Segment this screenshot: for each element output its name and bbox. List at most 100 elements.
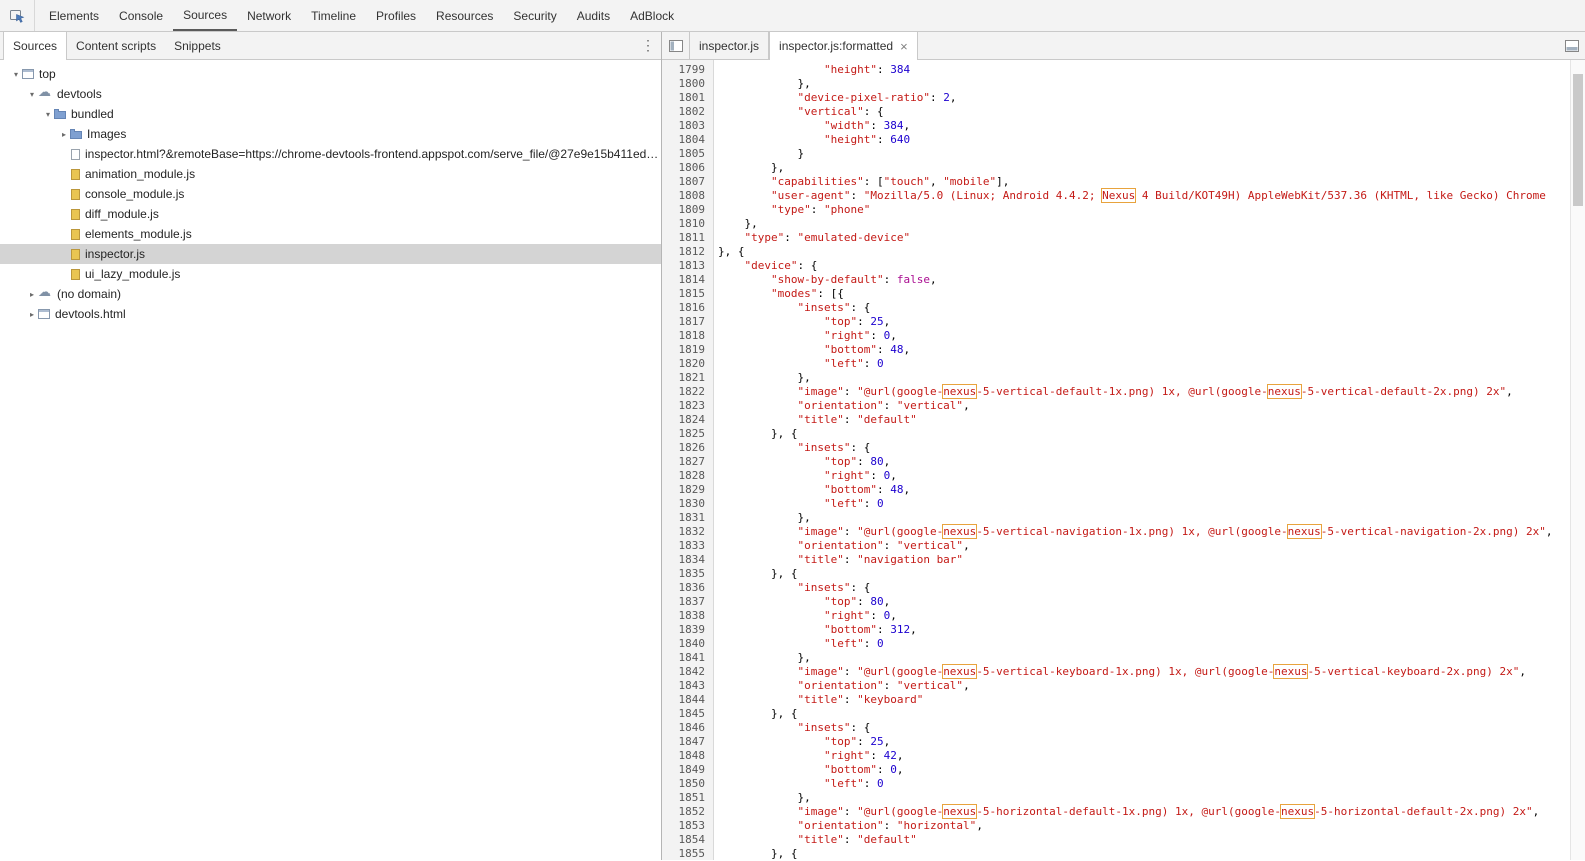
line-number[interactable]: 1811 xyxy=(662,231,713,245)
line-number[interactable]: 1851 xyxy=(662,791,713,805)
tab-console[interactable]: Console xyxy=(109,0,173,31)
line-number[interactable]: 1821 xyxy=(662,371,713,385)
sidebar-tab-sources[interactable]: Sources xyxy=(3,32,68,60)
tree-item-elements-module-js[interactable]: elements_module.js xyxy=(0,224,661,244)
tree-collapsed-arrow-icon[interactable]: ▸ xyxy=(58,130,70,139)
line-number[interactable]: 1836 xyxy=(662,581,713,595)
line-number[interactable]: 1850 xyxy=(662,777,713,791)
line-number[interactable]: 1829 xyxy=(662,483,713,497)
line-number[interactable]: 1805 xyxy=(662,147,713,161)
tab-resources[interactable]: Resources xyxy=(426,0,503,31)
line-number[interactable]: 1816 xyxy=(662,301,713,315)
line-number[interactable]: 1846 xyxy=(662,721,713,735)
tab-timeline[interactable]: Timeline xyxy=(301,0,366,31)
tree-item-ui-lazy-module-js[interactable]: ui_lazy_module.js xyxy=(0,264,661,284)
line-number[interactable]: 1832 xyxy=(662,525,713,539)
tree-collapsed-arrow-icon[interactable]: ▸ xyxy=(26,290,38,299)
line-number[interactable]: 1853 xyxy=(662,819,713,833)
line-number[interactable]: 1799 xyxy=(662,63,713,77)
line-number[interactable]: 1815 xyxy=(662,287,713,301)
line-number[interactable]: 1830 xyxy=(662,497,713,511)
line-number[interactable]: 1825 xyxy=(662,427,713,441)
line-number[interactable]: 1842 xyxy=(662,665,713,679)
scrollbar-thumb[interactable] xyxy=(1573,74,1583,206)
line-number[interactable]: 1826 xyxy=(662,441,713,455)
inspect-element-button[interactable] xyxy=(0,0,35,31)
editor-tab-inspector-js-formatted[interactable]: inspector.js:formatted × xyxy=(769,32,918,60)
tree-item-animation-module-js[interactable]: animation_module.js xyxy=(0,164,661,184)
sidebar-tab-content-scripts[interactable]: Content scripts xyxy=(67,32,165,59)
overflow-menu-button[interactable]: ⋮ xyxy=(635,32,661,59)
line-number[interactable]: 1841 xyxy=(662,651,713,665)
tree-item-console-module-js[interactable]: console_module.js xyxy=(0,184,661,204)
line-number[interactable]: 1855 xyxy=(662,847,713,861)
line-number[interactable]: 1808 xyxy=(662,189,713,203)
line-number[interactable]: 1813 xyxy=(662,259,713,273)
line-number[interactable]: 1838 xyxy=(662,609,713,623)
line-number[interactable]: 1807 xyxy=(662,175,713,189)
line-number[interactable]: 1803 xyxy=(662,119,713,133)
line-number[interactable]: 1820 xyxy=(662,357,713,371)
editor-tab-inspector-js[interactable]: inspector.js xyxy=(689,32,770,59)
tab-profiles[interactable]: Profiles xyxy=(366,0,426,31)
toggle-navigator-button[interactable] xyxy=(662,32,689,59)
line-number[interactable]: 1810 xyxy=(662,217,713,231)
line-number[interactable]: 1818 xyxy=(662,329,713,343)
line-number[interactable]: 1845 xyxy=(662,707,713,721)
tree-collapsed-arrow-icon[interactable]: ▸ xyxy=(26,310,38,319)
tree-expanded-arrow-icon[interactable]: ▾ xyxy=(10,70,22,79)
tab-adblock[interactable]: AdBlock xyxy=(620,0,684,31)
tree-item-inspector-js[interactable]: inspector.js xyxy=(0,244,661,264)
tab-sources[interactable]: Sources xyxy=(173,0,238,31)
line-number[interactable]: 1834 xyxy=(662,553,713,567)
line-number[interactable]: 1823 xyxy=(662,399,713,413)
tab-elements[interactable]: Elements xyxy=(39,0,109,31)
line-number[interactable]: 1827 xyxy=(662,455,713,469)
line-number[interactable]: 1802 xyxy=(662,105,713,119)
line-number[interactable]: 1849 xyxy=(662,763,713,777)
line-number[interactable]: 1819 xyxy=(662,343,713,357)
vertical-scrollbar[interactable] xyxy=(1570,60,1585,860)
tree-item-devtools[interactable]: ▾ devtools xyxy=(0,84,661,104)
line-number[interactable]: 1835 xyxy=(662,567,713,581)
line-number[interactable]: 1847 xyxy=(662,735,713,749)
tree-item-label: inspector.js xyxy=(85,247,146,261)
line-number[interactable]: 1814 xyxy=(662,273,713,287)
line-number[interactable]: 1843 xyxy=(662,679,713,693)
tree-item-diff-module-js[interactable]: diff_module.js xyxy=(0,204,661,224)
line-number[interactable]: 1848 xyxy=(662,749,713,763)
line-number[interactable]: 1817 xyxy=(662,315,713,329)
line-number[interactable]: 1806 xyxy=(662,161,713,175)
line-number[interactable]: 1800 xyxy=(662,77,713,91)
tree-expanded-arrow-icon[interactable]: ▾ xyxy=(26,90,38,99)
line-number[interactable]: 1837 xyxy=(662,595,713,609)
tree-item-devtools-html[interactable]: ▸ devtools.html xyxy=(0,304,661,324)
line-number[interactable]: 1822 xyxy=(662,385,713,399)
line-number[interactable]: 1812 xyxy=(662,245,713,259)
tab-security[interactable]: Security xyxy=(503,0,566,31)
line-number[interactable]: 1844 xyxy=(662,693,713,707)
line-number[interactable]: 1809 xyxy=(662,203,713,217)
line-number[interactable]: 1828 xyxy=(662,469,713,483)
line-number[interactable]: 1804 xyxy=(662,133,713,147)
tree-item-bundled[interactable]: ▾ bundled xyxy=(0,104,661,124)
tree-item-no-domain[interactable]: ▸ (no domain) xyxy=(0,284,661,304)
line-number[interactable]: 1831 xyxy=(662,511,713,525)
line-number[interactable]: 1824 xyxy=(662,413,713,427)
line-number[interactable]: 1854 xyxy=(662,833,713,847)
tab-audits[interactable]: Audits xyxy=(567,0,620,31)
line-number[interactable]: 1840 xyxy=(662,637,713,651)
tree-expanded-arrow-icon[interactable]: ▾ xyxy=(42,110,54,119)
code-editor[interactable]: 1799 1800 1801 1802 1803 1804 1805 1806 1807 1808… xyxy=(662,60,1585,860)
tab-network[interactable]: Network xyxy=(237,0,301,31)
close-tab-icon[interactable]: × xyxy=(900,40,908,53)
sidebar-tab-snippets[interactable]: Snippets xyxy=(165,32,230,59)
line-number[interactable]: 1852 xyxy=(662,805,713,819)
tree-item-top[interactable]: ▾ top xyxy=(0,64,661,84)
line-number[interactable]: 1801 xyxy=(662,91,713,105)
toggle-drawer-button[interactable] xyxy=(1558,32,1585,59)
line-number[interactable]: 1833 xyxy=(662,539,713,553)
line-number[interactable]: 1839 xyxy=(662,623,713,637)
tree-item-inspector-html-remotebase-http[interactable]: inspector.html?&remoteBase=https://chrom… xyxy=(0,144,661,164)
tree-item-images[interactable]: ▸ Images xyxy=(0,124,661,144)
